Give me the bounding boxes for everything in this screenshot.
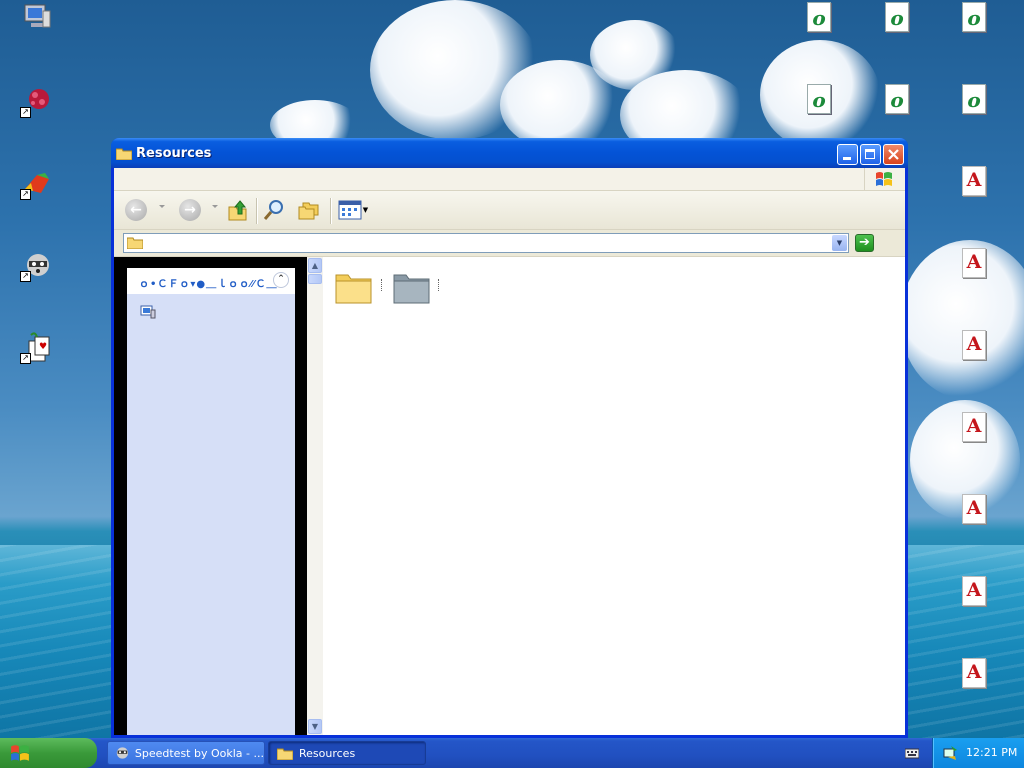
- clock[interactable]: 12:21 PM: [966, 746, 1017, 759]
- item-separator: [438, 279, 440, 291]
- folder-icon: [116, 148, 132, 160]
- back-button[interactable]: ←: [122, 196, 150, 224]
- close-button[interactable]: [883, 144, 904, 165]
- taskbar-item-label: Speedtest by Ookla - ...: [134, 746, 264, 760]
- pdf-document-icon[interactable]: A: [957, 574, 991, 608]
- document-o-icon[interactable]: o: [880, 0, 914, 34]
- chevron-down-icon: ▼: [836, 239, 843, 247]
- title-bar[interactable]: Resources: [111, 138, 908, 168]
- folder-icon: [277, 748, 293, 760]
- scroll-up-button[interactable]: ▲: [308, 258, 322, 273]
- pdf-document-icon[interactable]: A: [957, 656, 991, 690]
- up-folder-button[interactable]: [224, 196, 252, 224]
- document-o-icon[interactable]: o: [802, 82, 836, 116]
- svg-text:♥: ♥: [39, 342, 47, 352]
- left-pane: ｏ•ＣＦｏ▾●＿ｌｏｏ⁄⁄Ｃ＿ ⌃: [114, 257, 307, 735]
- folders-icon: [298, 202, 319, 220]
- start-button[interactable]: [0, 738, 97, 768]
- views-button[interactable]: ▼: [336, 196, 370, 224]
- task-panel-header-text: ｏ•ＣＦｏ▾●＿ｌｏｏ⁄⁄Ｃ＿: [139, 279, 278, 290]
- close-icon: [888, 149, 899, 160]
- window-title: Resources: [136, 146, 212, 161]
- windows-logo-icon: [864, 168, 903, 190]
- file-view: [324, 257, 905, 735]
- taskbar-item-label: Resources: [299, 746, 356, 760]
- my-computer-icon[interactable]: [20, 0, 54, 34]
- document-o-icon[interactable]: o: [880, 82, 914, 116]
- scroll-down-button[interactable]: ▼: [308, 719, 322, 734]
- go-button[interactable]: ➔: [855, 234, 874, 252]
- pdf-document-icon[interactable]: A: [957, 492, 991, 526]
- maximize-button[interactable]: [860, 144, 881, 165]
- raccoon-icon: [116, 747, 129, 759]
- chevron-up-icon: ⌃: [277, 274, 285, 284]
- back-arrow-icon: ←: [125, 199, 147, 221]
- task-panel: ｏ•ＣＦｏ▾●＿ｌｏｏ⁄⁄Ｃ＿ ⌃: [127, 268, 295, 735]
- up-folder-icon: [228, 200, 247, 221]
- taskbar: Speedtest by Ookla - ... Resources 12:21…: [0, 738, 1024, 768]
- back-dropdown-icon[interactable]: [159, 205, 165, 208]
- address-bar: ▼ ➔: [114, 230, 905, 257]
- raccoon-icon[interactable]: ↗: [20, 248, 54, 282]
- document-o-icon[interactable]: o: [957, 0, 991, 34]
- explorer-window: Resources ← → ▼ ▼ ➔ ｏ•ＣＦｏ▾●＿ｌｏｏ⁄⁄Ｃ＿ ⌃ ▲ …: [111, 138, 908, 738]
- window-client: ← → ▼ ▼ ➔ ｏ•ＣＦｏ▾●＿ｌｏｏ⁄⁄Ｃ＿ ⌃ ▲ ▼: [114, 168, 905, 735]
- document-o-icon[interactable]: o: [957, 82, 991, 116]
- pdf-document-icon[interactable]: A: [957, 328, 991, 362]
- address-field[interactable]: ▼: [123, 233, 849, 253]
- chevron-down-icon: ▼: [362, 206, 369, 214]
- solitaire-icon[interactable]: ♥ ↗: [20, 330, 54, 364]
- explorer-body: ｏ•ＣＦｏ▾●＿ｌｏｏ⁄⁄Ｃ＿ ⌃ ▲ ▼: [114, 257, 905, 735]
- minimize-button[interactable]: [837, 144, 858, 165]
- keyboard-icon[interactable]: [904, 747, 920, 759]
- address-dropdown-button[interactable]: ▼: [832, 235, 847, 251]
- document-o-icon[interactable]: o: [802, 0, 836, 34]
- forward-arrow-icon: →: [179, 199, 201, 221]
- toolbar: ← → ▼: [114, 191, 905, 230]
- virus-program-icon[interactable]: ↗: [20, 84, 54, 118]
- search-button[interactable]: [260, 196, 288, 224]
- toolbar-separator: [256, 198, 258, 224]
- shortcut-arrow-icon: ↗: [20, 271, 31, 282]
- forward-button[interactable]: →: [176, 196, 204, 224]
- folder-item[interactable]: [392, 267, 432, 307]
- vertical-scrollbar[interactable]: ▲ ▼: [307, 257, 323, 735]
- search-icon: [263, 200, 283, 220]
- folders-button[interactable]: [295, 196, 323, 224]
- pdf-document-icon[interactable]: A: [957, 164, 991, 198]
- pdf-document-icon[interactable]: A: [957, 246, 991, 280]
- forward-dropdown-icon[interactable]: [212, 205, 218, 208]
- item-separator: [381, 279, 383, 291]
- shortcut-arrow-icon: ↗: [20, 107, 31, 118]
- windows-logo-icon: [11, 745, 29, 761]
- collapse-button[interactable]: ⌃: [273, 272, 289, 288]
- task-item-icon[interactable]: [139, 304, 157, 320]
- shortcut-arrow-icon: ↗: [20, 189, 31, 200]
- shortcut-arrow-icon: ↗: [20, 353, 31, 364]
- scroll-thumb[interactable]: [308, 274, 322, 284]
- task-panel-header[interactable]: ｏ•ＣＦｏ▾●＿ｌｏｏ⁄⁄Ｃ＿ ⌃: [127, 268, 295, 294]
- ball-app-icon[interactable]: ↗: [20, 166, 54, 200]
- taskbar-item-speedtest[interactable]: Speedtest by Ookla - ...: [107, 741, 265, 765]
- menu-bar[interactable]: [114, 168, 905, 191]
- views-icon: [338, 200, 362, 220]
- pdf-document-icon[interactable]: A: [957, 410, 991, 444]
- gray-folder-icon: [393, 274, 430, 304]
- toolbar-separator: [330, 198, 332, 224]
- go-arrow-icon: ➔: [859, 235, 870, 250]
- folder-icon: [335, 274, 372, 304]
- folder-icon: [127, 237, 143, 249]
- system-tray: 12:21 PM: [932, 738, 1024, 768]
- taskbar-item-resources[interactable]: Resources: [268, 741, 426, 765]
- folder-item[interactable]: [334, 267, 374, 307]
- network-icon[interactable]: [942, 744, 960, 762]
